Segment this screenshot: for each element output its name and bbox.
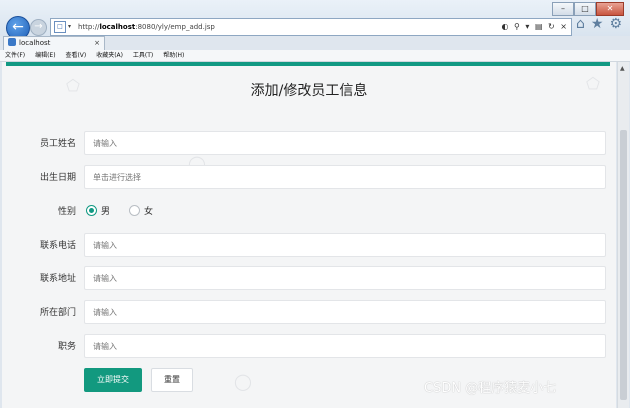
form-row-address: 联系地址 (2, 266, 616, 292)
tab-localhost[interactable]: localhost × (3, 36, 105, 50)
toolbar-icons: ⌂ ★ ⚙ (576, 16, 622, 32)
search-icon[interactable]: ⚲ (514, 22, 520, 31)
accent-bar (6, 62, 610, 66)
tab-close-icon[interactable]: × (94, 37, 100, 50)
form-row-phone: 联系电话 (2, 233, 616, 259)
vertical-scrollbar[interactable]: ▲ (617, 62, 629, 408)
field-label: 员工姓名 (39, 139, 76, 149)
phone-input[interactable] (84, 233, 606, 257)
gender-radio-female[interactable]: 女 (129, 205, 153, 219)
tab-bar: localhost × (0, 36, 630, 50)
browser-window: – □ ✕ ← → □ ▾ http://localhost:8080/yly/e… (0, 0, 630, 408)
reset-button[interactable]: 重置 (151, 368, 193, 392)
forward-arrow-icon[interactable]: → (30, 19, 47, 36)
compat-view-icon[interactable]: ◐ (501, 22, 508, 31)
field-label: 出生日期 (39, 173, 76, 183)
chevron-down-icon[interactable]: ▾ (68, 19, 74, 35)
employee-name-input[interactable] (84, 131, 606, 155)
chevron-down-icon[interactable]: ▾ (525, 22, 529, 31)
menu-file[interactable]: 文件(F) (5, 52, 25, 59)
menu-view[interactable]: 查看(V) (65, 52, 86, 59)
circle-decoration: ◯ (234, 372, 252, 391)
form-row-gender: 性别 男 女 (2, 199, 616, 225)
scrollbar-thumb[interactable] (620, 130, 627, 400)
page-icon: □ (54, 21, 66, 33)
home-icon[interactable]: ⌂ (576, 16, 585, 32)
field-label: 职务 (57, 342, 76, 352)
form-row-name: 员工姓名 (2, 131, 616, 157)
star-icon[interactable]: ★ (591, 16, 604, 32)
field-label: 所在部门 (39, 308, 76, 318)
field-label: 联系电话 (39, 241, 76, 251)
gender-radio-male[interactable]: 男 (86, 205, 110, 219)
compat-icon[interactable]: ▤ (535, 22, 543, 31)
form-row-department: 所在部门 (2, 300, 616, 326)
address-actions: ◐ ⚲ ▾ ▤ ↻ × (498, 19, 567, 35)
menu-tools[interactable]: 工具(T) (133, 52, 153, 59)
address-input[interactable] (84, 266, 606, 290)
field-label: 性别 (57, 207, 76, 217)
department-input[interactable] (84, 300, 606, 324)
watermark: CSDN @程序猿麦小七 (424, 381, 557, 396)
close-window-button[interactable]: ✕ (596, 2, 624, 16)
gear-icon[interactable]: ⚙ (609, 16, 622, 32)
form-row-position: 职务 (2, 334, 616, 360)
page-title: 添加/修改员工信息 (250, 83, 368, 99)
field-label: 联系地址 (39, 274, 76, 284)
refresh-icon[interactable]: ↻ (548, 22, 555, 31)
menu-bar: 文件(F) 编辑(E) 查看(V) 收藏夹(A) 工具(T) 帮助(H) (0, 50, 630, 62)
scroll-up-icon[interactable]: ▲ (620, 65, 625, 72)
address-bar[interactable]: □ ▾ http://localhost:8080/yly/emp_add.jsp… (50, 18, 572, 36)
birthdate-input[interactable] (84, 165, 606, 189)
menu-favorites[interactable]: 收藏夹(A) (96, 52, 123, 59)
maximize-button[interactable]: □ (574, 2, 596, 16)
form-row-birthdate: 出生日期 (2, 165, 616, 191)
close-icon[interactable]: × (560, 22, 567, 31)
radio-checked-icon (86, 205, 97, 216)
url-text: http://localhost:8080/yly/emp_add.jsp (78, 23, 215, 31)
position-input[interactable] (84, 334, 606, 358)
window-controls: – □ ✕ (552, 2, 624, 16)
menu-help[interactable]: 帮助(H) (163, 52, 184, 59)
favicon-icon (8, 38, 16, 46)
title-bar: – □ ✕ ← → □ ▾ http://localhost:8080/yly/e… (0, 0, 630, 40)
minimize-button[interactable]: – (552, 2, 574, 16)
menu-edit[interactable]: 编辑(E) (35, 52, 55, 59)
page-content: ⬠ ⬠ ◯ ◯ 添加/修改员工信息 员工姓名 出生日期 性别 男 女 联系电话 … (2, 62, 616, 408)
submit-button[interactable]: 立即提交 (84, 368, 142, 392)
radio-unchecked-icon (129, 205, 140, 216)
